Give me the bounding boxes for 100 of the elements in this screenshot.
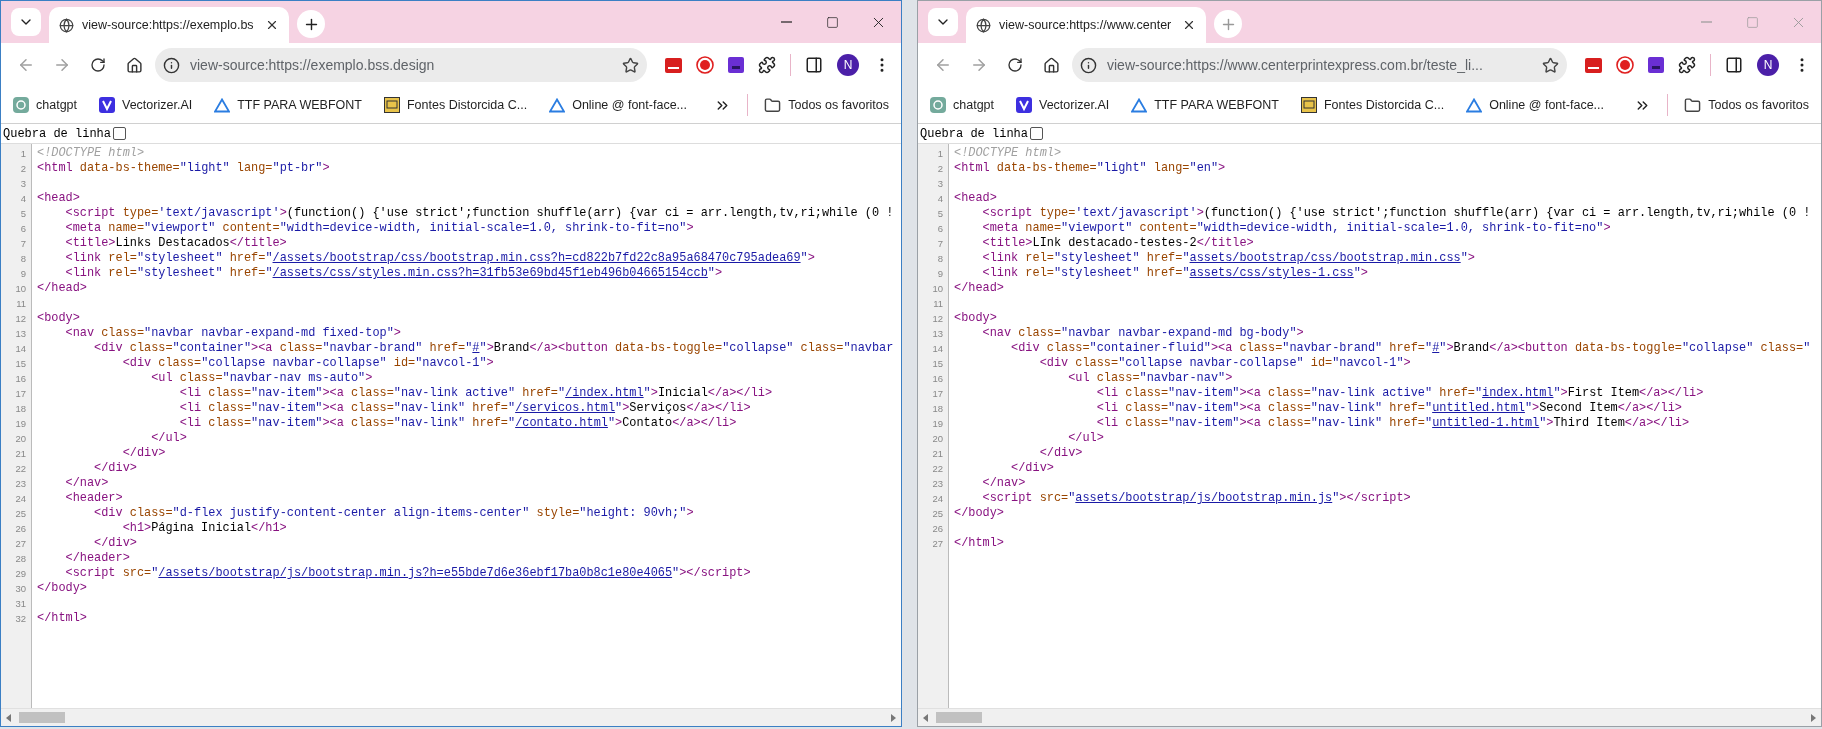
home-icon [125,56,143,74]
line-number: 20 [931,432,944,446]
line-number: 10 [14,282,27,296]
new-tab-button[interactable] [297,10,325,38]
bookmark[interactable]: TTF PARA WEBFONT [214,97,362,113]
line-number: 27 [14,537,27,551]
line-number: 3 [936,177,944,191]
extension-icon[interactable] [665,57,682,73]
profile-avatar[interactable]: N [1757,54,1779,76]
line-number: 23 [931,477,944,491]
line-number: 18 [931,402,944,416]
code-line: <li class="nav-item"><a class="nav-link" href="/contato.html">Contato</a></li> [178,416,738,431]
info-icon[interactable] [1080,56,1097,74]
line-number: 24 [14,492,27,506]
line-number: 4 [19,192,27,206]
forward-icon [970,56,988,74]
code-link[interactable]: assets/bootstrap/js/bootstrap.min.js [1075,491,1333,505]
tab-search-button[interactable] [11,8,41,36]
code-link[interactable]: /assets/bootstrap/css/bootstrap.min.css?h=cd822b7fd22c8a95a68470c795adea69 [272,251,801,265]
line-number: 26 [931,522,944,536]
line-number: 19 [14,417,27,431]
scrollbar-thumb[interactable] [19,712,65,723]
tile-icon [1301,97,1317,113]
code-link[interactable]: untitled.html [1432,401,1525,415]
scrollbar-thumb[interactable] [936,712,982,723]
code-line: </div> [93,461,138,476]
code-link[interactable]: /contato.html [515,416,608,430]
code-link[interactable]: /servicos.html [515,401,616,415]
scroll-right-icon[interactable] [1809,713,1817,722]
close-icon[interactable] [1182,18,1196,32]
tab-search-button[interactable] [928,8,958,36]
profile-avatar[interactable]: N [837,54,859,76]
bookmark[interactable]: Online @ font-face... [1466,97,1604,113]
code-line: <meta name="viewport" content="width=device-width, initial-scale=1.0, shrink-to-fit=no"> [981,221,1612,236]
code-line: <link rel="stylesheet" href="/assets/bootstrap/css/bootstrap.min.css?h=cd822b7fd22c8a95a68470c795adea69"> [64,251,816,266]
swirl-icon [930,97,946,113]
scroll-left-icon[interactable] [5,713,13,722]
code-line: <title>LInk destacado-testes-2</title> [981,236,1255,251]
line-number: 13 [14,327,27,341]
code-link[interactable]: /assets/css/styles.min.css?h=31fb53e69bd45f1eb496b04665154ccb [272,266,708,280]
checkbox[interactable] [113,127,127,140]
code-line: <div class="container"><a class="navbar-brand" href="#">Brand</a><button data-bs-toggle="collapse" class="navbar [93,341,895,356]
line-number: 25 [14,507,27,521]
code-link[interactable]: assets/css/styles-1.css [1189,266,1354,280]
horizontal-scrollbar[interactable] [918,708,1821,726]
side-panel-icon[interactable] [805,56,823,74]
home-icon [1042,56,1060,74]
bookmark[interactable]: Fontes Distorcida C... [1301,97,1445,113]
folder-icon [764,96,782,114]
line-number: 21 [14,447,27,461]
puzzle-icon[interactable] [758,56,776,74]
code-link[interactable]: assets/bootstrap/css/bootstrap.min.css [1189,251,1461,265]
maximize-icon [825,15,839,29]
browser-tab[interactable]: view-source:https://www.center [966,7,1206,43]
tile-icon [384,97,400,113]
scroll-left-icon[interactable] [922,713,930,722]
bookmark[interactable]: chatgpt [13,97,77,113]
star-icon[interactable] [622,56,639,74]
line-wrap-toggle[interactable]: Quebra de linha [3,126,127,141]
code-link[interactable]: untitled-1.html [1432,416,1540,430]
triangle-icon [1131,97,1148,113]
bookmark[interactable]: chatgpt [930,97,994,113]
folder-icon [1684,96,1702,114]
line-number: 30 [14,582,27,596]
scroll-right-icon[interactable] [889,713,897,722]
code-link[interactable]: /index.html [565,386,644,400]
bookmark[interactable]: Vectorizer.AI [1016,97,1110,113]
extension-icon[interactable] [728,57,744,73]
extension-icon[interactable] [1585,57,1602,73]
star-icon[interactable] [1542,56,1559,74]
reload-icon [1007,57,1023,73]
browser-tab[interactable]: view-source:https://exemplo.bs [49,7,289,43]
bookmark-folder[interactable]: Todos os favoritos [764,96,889,114]
address-bar[interactable]: view-source:https://exemplo.bss.design [155,48,647,82]
horizontal-scrollbar[interactable] [1,708,901,726]
line-wrap-toggle[interactable]: Quebra de linha [920,126,1044,141]
bookmark[interactable]: Online @ font-face... [549,97,687,113]
code-link[interactable]: # [1432,341,1440,355]
checkbox[interactable] [1030,127,1044,140]
code-link[interactable]: index.html [1482,386,1554,400]
bookmark[interactable]: Vectorizer.AI [99,97,193,113]
code-link[interactable]: /assets/bootstrap/js/bootstrap.min.js?h=e55bde7d6e36ebf17ba0b8c1e80e4065 [158,566,673,580]
bookmark[interactable]: TTF PARA WEBFONT [1131,97,1279,113]
close-icon[interactable] [265,18,279,32]
bookmark[interactable]: Fontes Distorcida C... [384,97,528,113]
code-line: <div class="collapse navbar-collapse" id="navcol-1"> [1038,356,1412,371]
code-line: <ul class="navbar-nav ms-auto"> [150,371,374,386]
info-icon[interactable] [163,56,180,74]
record-icon[interactable] [1616,56,1634,74]
address-bar[interactable]: view-source:https://www.centerprintexpress.com.br/teste_li... [1072,48,1567,82]
record-icon[interactable] [696,56,714,74]
minimize-icon [780,21,792,23]
line-number: 15 [931,357,944,371]
extension-icon[interactable] [1648,57,1664,73]
side-panel-icon[interactable] [1725,56,1743,74]
tab-title: view-source:https://www.center [999,18,1173,32]
puzzle-icon[interactable] [1678,56,1696,74]
code-line: <title>Links Destacados</title> [64,236,288,251]
bookmark-folder[interactable]: Todos os favoritos [1684,96,1809,114]
code-link[interactable]: # [472,341,480,355]
